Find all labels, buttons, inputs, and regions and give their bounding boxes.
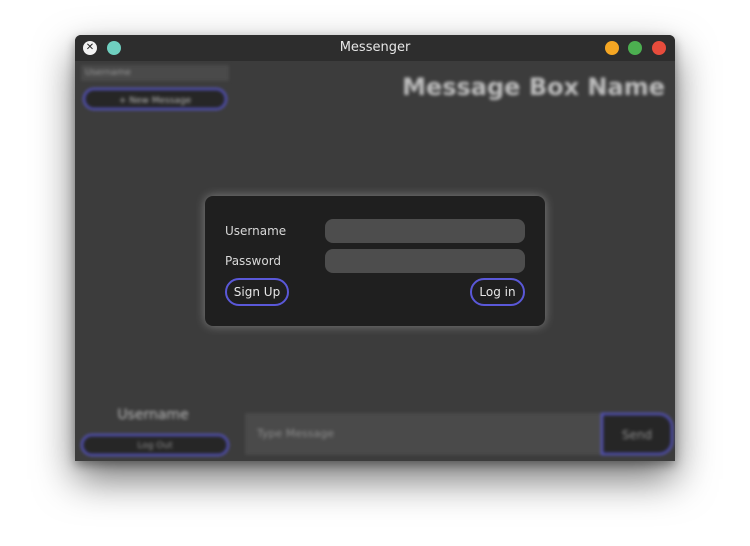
- password-input[interactable]: [325, 249, 525, 273]
- log-in-button[interactable]: Log in: [470, 278, 525, 306]
- logout-button[interactable]: Log Out: [81, 434, 229, 456]
- message-box-name: Message Box Name: [402, 73, 665, 101]
- username-input[interactable]: [325, 219, 525, 243]
- password-label: Password: [225, 254, 282, 268]
- send-button[interactable]: Send: [601, 413, 673, 455]
- new-message-button[interactable]: + New Message: [83, 88, 227, 110]
- window-title: Messenger: [339, 40, 411, 55]
- sign-up-button[interactable]: Sign Up: [225, 278, 289, 306]
- message-input[interactable]: Type Message: [245, 413, 601, 455]
- username-label: Username: [225, 224, 287, 238]
- login-dialog: Username Password Sign Up Log in: [205, 196, 545, 326]
- minimize-button[interactable]: [605, 41, 619, 55]
- maximize-button[interactable]: [628, 41, 642, 55]
- sidebar-username: Username: [117, 407, 189, 423]
- title-bar[interactable]: ✕ Messenger: [75, 35, 675, 61]
- close-button[interactable]: [652, 41, 666, 55]
- sidebar-username-header: Username: [81, 65, 229, 81]
